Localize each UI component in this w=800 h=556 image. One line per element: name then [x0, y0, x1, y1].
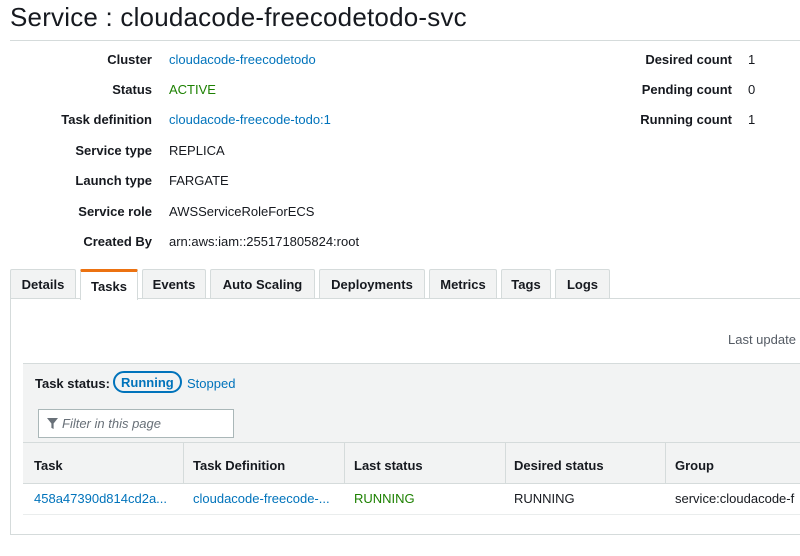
- group-cell: service:cloudacode-f: [675, 491, 795, 506]
- column-header-task-definition[interactable]: Task Definition: [193, 458, 285, 473]
- tab-deployments[interactable]: Deployments: [319, 269, 425, 298]
- tab-logs[interactable]: Logs: [555, 269, 610, 298]
- service-role-label: Service role: [78, 204, 152, 219]
- column-divider: [665, 442, 666, 484]
- tab-bar: Details Tasks Events Auto Scaling Deploy…: [10, 269, 614, 300]
- launch-type-value: FARGATE: [169, 173, 229, 188]
- column-divider: [505, 442, 506, 484]
- running-filter-button[interactable]: Running: [113, 371, 182, 393]
- stopped-filter-link[interactable]: Stopped: [187, 376, 235, 391]
- tab-tasks[interactable]: Tasks: [80, 269, 138, 300]
- tab-metrics[interactable]: Metrics: [429, 269, 497, 298]
- task-definition-cell-link[interactable]: cloudacode-freecode-...: [193, 491, 330, 506]
- service-type-value: REPLICA: [169, 143, 225, 158]
- column-header-last-status[interactable]: Last status: [354, 458, 423, 473]
- launch-type-label: Launch type: [75, 173, 152, 188]
- tab-tags[interactable]: Tags: [501, 269, 551, 298]
- column-header-task[interactable]: Task: [34, 458, 63, 473]
- created-by-label: Created By: [83, 234, 152, 249]
- column-header-desired-status[interactable]: Desired status: [514, 458, 604, 473]
- service-role-value: AWSServiceRoleForECS: [169, 204, 315, 219]
- tab-events[interactable]: Events: [142, 269, 206, 298]
- tab-auto-scaling[interactable]: Auto Scaling: [210, 269, 315, 298]
- created-by-value: arn:aws:iam::255171805824:root: [169, 234, 360, 249]
- title-divider: [10, 40, 800, 41]
- filter-input[interactable]: Filter in this page: [38, 409, 234, 438]
- running-count-value: 1: [748, 112, 756, 127]
- running-count-label: Running count: [640, 112, 732, 127]
- pending-count-value: 0: [748, 82, 756, 97]
- column-header-group[interactable]: Group: [675, 458, 714, 473]
- task-id-link[interactable]: 458a47390d814cd2a...: [34, 491, 167, 506]
- desired-count-label: Desired count: [645, 52, 732, 67]
- filter-icon: [47, 418, 58, 429]
- desired-status-cell: RUNNING: [514, 491, 575, 506]
- task-status-label: Task status:: [35, 376, 110, 391]
- filter-placeholder: Filter in this page: [62, 416, 161, 431]
- tab-details[interactable]: Details: [10, 269, 76, 298]
- last-updated-text: Last update: [728, 332, 796, 347]
- pending-count-label: Pending count: [641, 82, 732, 97]
- last-status-cell: RUNNING: [354, 491, 415, 506]
- table-row-divider: [23, 514, 800, 515]
- service-type-label: Service type: [75, 143, 152, 158]
- column-divider: [344, 442, 345, 484]
- desired-count-value: 1: [748, 52, 756, 67]
- column-divider: [183, 442, 184, 484]
- page-title: Service : cloudacode-freecodetodo-svc: [10, 2, 467, 32]
